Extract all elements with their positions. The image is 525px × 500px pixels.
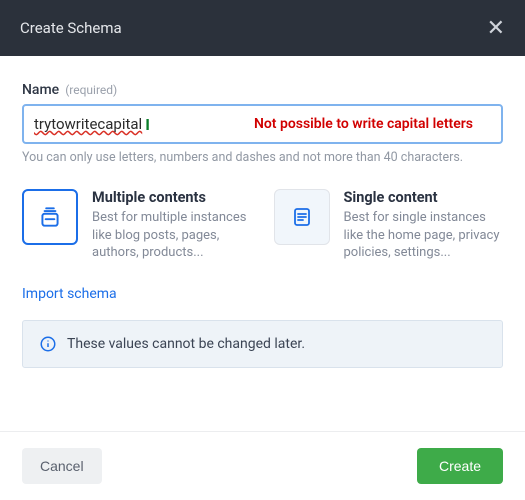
name-label-row: Name (required) bbox=[22, 82, 503, 98]
option-title: Multiple contents bbox=[92, 189, 252, 206]
annotation-text: Not possible to write capital letters bbox=[254, 116, 473, 132]
name-input[interactable]: trytowritecapital I Not possible to writ… bbox=[22, 104, 503, 144]
option-single-text: Single content Best for single instances… bbox=[344, 189, 504, 262]
alert-banner: These values cannot be changed later. bbox=[22, 320, 503, 368]
alert-text: These values cannot be changed later. bbox=[67, 336, 305, 352]
info-icon bbox=[39, 335, 57, 353]
import-schema-link[interactable]: Import schema bbox=[22, 286, 117, 302]
modal-footer: Cancel Create bbox=[0, 431, 525, 500]
page-icon bbox=[274, 189, 330, 245]
option-multiple-contents[interactable]: Multiple contents Best for multiple inst… bbox=[22, 189, 252, 262]
modal-title: Create Schema bbox=[20, 19, 122, 37]
create-button[interactable]: Create bbox=[417, 448, 503, 484]
close-icon[interactable]: ✕ bbox=[487, 16, 505, 41]
modal-header: Create Schema ✕ bbox=[0, 0, 525, 56]
option-title: Single content bbox=[344, 189, 504, 206]
option-desc: Best for multiple instances like blog po… bbox=[92, 209, 252, 262]
name-input-value: trytowritecapital bbox=[34, 115, 142, 133]
text-cursor-icon: I bbox=[145, 115, 150, 134]
modal-body: Name (required) trytowritecapital I Not … bbox=[0, 56, 525, 378]
required-hint: (required) bbox=[65, 83, 117, 97]
option-multiple-text: Multiple contents Best for multiple inst… bbox=[92, 189, 252, 262]
schema-type-options: Multiple contents Best for multiple inst… bbox=[22, 189, 503, 262]
option-desc: Best for single instances like the home … bbox=[344, 209, 504, 262]
cancel-button[interactable]: Cancel bbox=[22, 448, 102, 484]
option-single-content[interactable]: Single content Best for single instances… bbox=[274, 189, 504, 262]
stack-icon bbox=[22, 189, 78, 245]
name-label: Name bbox=[22, 82, 59, 98]
name-hint: You can only use letters, numbers and da… bbox=[22, 150, 503, 165]
